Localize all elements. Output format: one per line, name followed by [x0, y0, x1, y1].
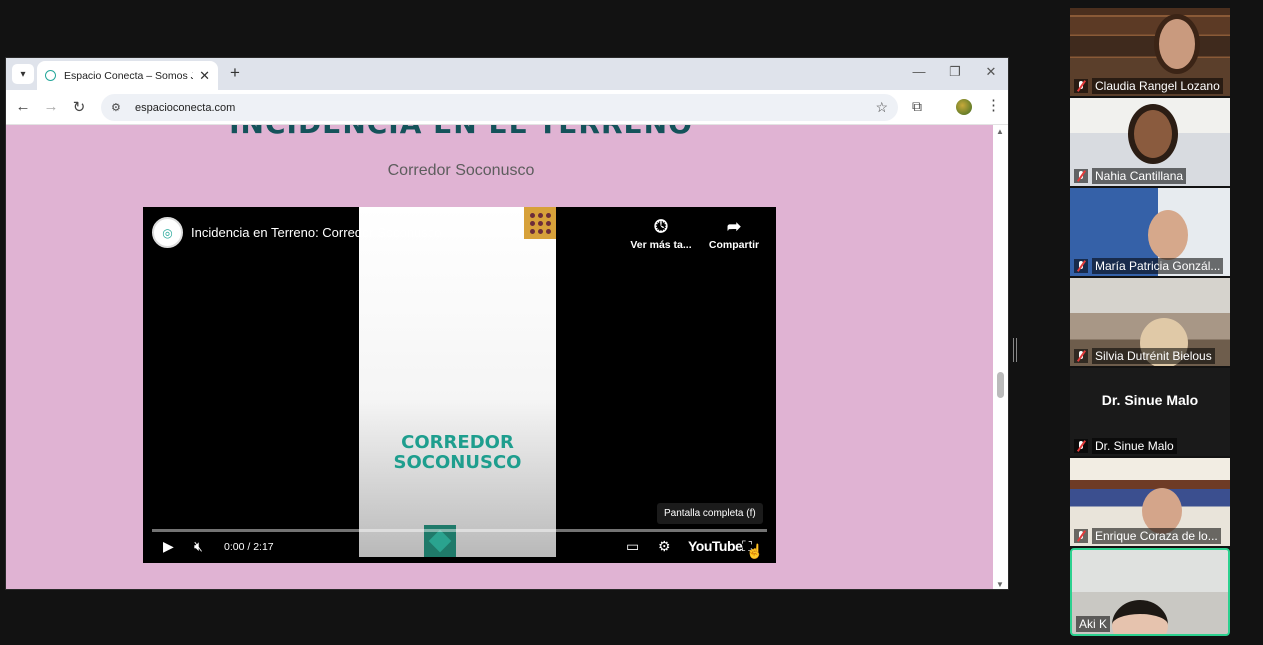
muted-mic-icon [1074, 439, 1088, 453]
forward-arrow-icon[interactable]: → [41, 98, 61, 115]
progress-bar[interactable] [152, 529, 767, 532]
scroll-up-icon[interactable]: ▲ [996, 127, 1004, 136]
channel-avatar[interactable]: ◎ [152, 217, 183, 248]
participant-gallery: Claudia Rangel Lozano Nahia Cantillana M… [1070, 8, 1230, 638]
participant-tile[interactable]: María Patricia Gonzál... [1070, 188, 1230, 276]
play-icon[interactable]: ▶ [163, 538, 174, 555]
participant-name: Enrique Coraza de lo... [1092, 528, 1221, 544]
participant-name: Nahia Cantillana [1092, 168, 1187, 184]
participant-tile[interactable]: Dr. Sinue Malo Dr. Sinue Malo [1070, 368, 1230, 456]
watch-later-label: Ver más ta... [630, 239, 692, 251]
new-tab-button[interactable]: + [225, 63, 245, 83]
minimize-icon[interactable]: — [906, 64, 932, 79]
youtube-player[interactable]: CORREDOR SOCONUSCO ◎ Incidencia en Terre… [143, 207, 776, 563]
muted-mic-icon [1074, 259, 1088, 273]
clock-icon: 🕓︎ [654, 217, 668, 236]
participant-name: Silvia Dutrénit Bielous [1092, 348, 1215, 364]
youtube-logo[interactable]: YouTube [688, 538, 743, 554]
page-subheading: Corredor Soconusco [387, 162, 535, 179]
share-arrow-icon: ➦ [726, 217, 742, 236]
page-scrollbar[interactable]: ▲ ▼ [993, 125, 1008, 589]
browser-toolbar: ← → ↻ ⚙ espacioconecta.com ☆ ⧉ ⋮ [6, 90, 1008, 125]
subtitles-icon[interactable]: ▭ [626, 538, 639, 555]
owl-logo-icon: ◎ [162, 225, 173, 240]
participant-video [1154, 14, 1200, 74]
participant-tile[interactable]: Enrique Coraza de lo... [1070, 458, 1230, 546]
extensions-icon[interactable]: ⧉ [912, 98, 922, 115]
participant-video [1148, 210, 1188, 260]
muted-volume-icon[interactable]: 🔇︎ [194, 538, 203, 555]
tab-strip: ▾ Espacio Conecta – Somos Justicia ✕ + —… [6, 58, 1008, 90]
share-label: Compartir [708, 239, 760, 251]
site-info-icon[interactable]: ⚙ [111, 101, 129, 114]
thumbnail-title: CORREDOR SOCONUSCO [393, 432, 522, 473]
screen: ▾ Espacio Conecta – Somos Justicia ✕ + —… [0, 0, 1263, 645]
participant-name: Dr. Sinue Malo [1092, 438, 1177, 454]
address-bar[interactable]: ⚙ espacioconecta.com ☆ [101, 94, 898, 121]
muted-mic-icon [1074, 529, 1088, 543]
chevron-down-icon: ▾ [20, 68, 26, 80]
settings-gear-icon[interactable]: ⚙ [658, 538, 671, 555]
share-button[interactable]: ➦ Compartir [699, 217, 769, 251]
mouse-pointer-icon: ☝ [746, 543, 764, 559]
restore-icon[interactable]: ❐ [942, 64, 968, 80]
video-time: 0:00 / 2:17 [224, 541, 274, 553]
url-text[interactable]: espacioconecta.com [135, 102, 875, 114]
muted-mic-icon [1074, 169, 1088, 183]
dots-pattern-icon [524, 207, 556, 239]
tab-title: Espacio Conecta – Somos Justicia [64, 69, 193, 82]
participant-tile-active[interactable]: Aki K [1070, 548, 1230, 636]
video-title[interactable]: Incidencia en Terreno: Corredor Soconusc… [191, 225, 442, 240]
panel-resize-handle[interactable] [1013, 338, 1017, 362]
participant-name: Claudia Rangel Lozano [1092, 78, 1223, 94]
participant-video [1128, 104, 1178, 164]
participant-tile[interactable]: Claudia Rangel Lozano [1070, 8, 1230, 96]
tab-search-button[interactable]: ▾ [12, 64, 34, 84]
browser-menu-icon[interactable]: ⋮ [986, 96, 1001, 114]
close-window-icon[interactable]: ✕ [978, 64, 1004, 80]
page-heading: INCIDENCIA EN EL TERRENO [6, 125, 916, 140]
video-thumbnail: CORREDOR SOCONUSCO [359, 207, 556, 557]
participant-display-name: Dr. Sinue Malo [1101, 392, 1199, 408]
close-tab-icon[interactable]: ✕ [199, 68, 210, 84]
muted-mic-icon [1074, 349, 1088, 363]
participant-tile[interactable]: Nahia Cantillana [1070, 98, 1230, 186]
profile-avatar[interactable] [956, 99, 972, 115]
browser-window: ▾ Espacio Conecta – Somos Justicia ✕ + —… [5, 57, 1009, 590]
scroll-down-icon[interactable]: ▼ [996, 580, 1004, 589]
site-favicon-icon [45, 70, 56, 81]
participant-name: Aki K [1076, 616, 1111, 632]
participant-name: María Patricia Gonzál... [1092, 258, 1224, 274]
fullscreen-tooltip: Pantalla completa (f) [657, 503, 763, 524]
web-page: INCIDENCIA EN EL TERRENO Corredor Soconu… [6, 125, 995, 589]
tab-active[interactable]: Espacio Conecta – Somos Justicia ✕ [37, 61, 218, 90]
participant-tile[interactable]: Silvia Dutrénit Bielous [1070, 278, 1230, 366]
muted-mic-icon [1074, 79, 1088, 93]
back-arrow-icon[interactable]: ← [13, 98, 33, 115]
watch-later-button[interactable]: 🕓︎ Ver más ta... [626, 217, 696, 251]
bookmark-star-icon[interactable]: ☆ [875, 99, 888, 116]
scroll-thumb[interactable] [997, 372, 1004, 398]
reload-icon[interactable]: ↻ [69, 98, 89, 116]
